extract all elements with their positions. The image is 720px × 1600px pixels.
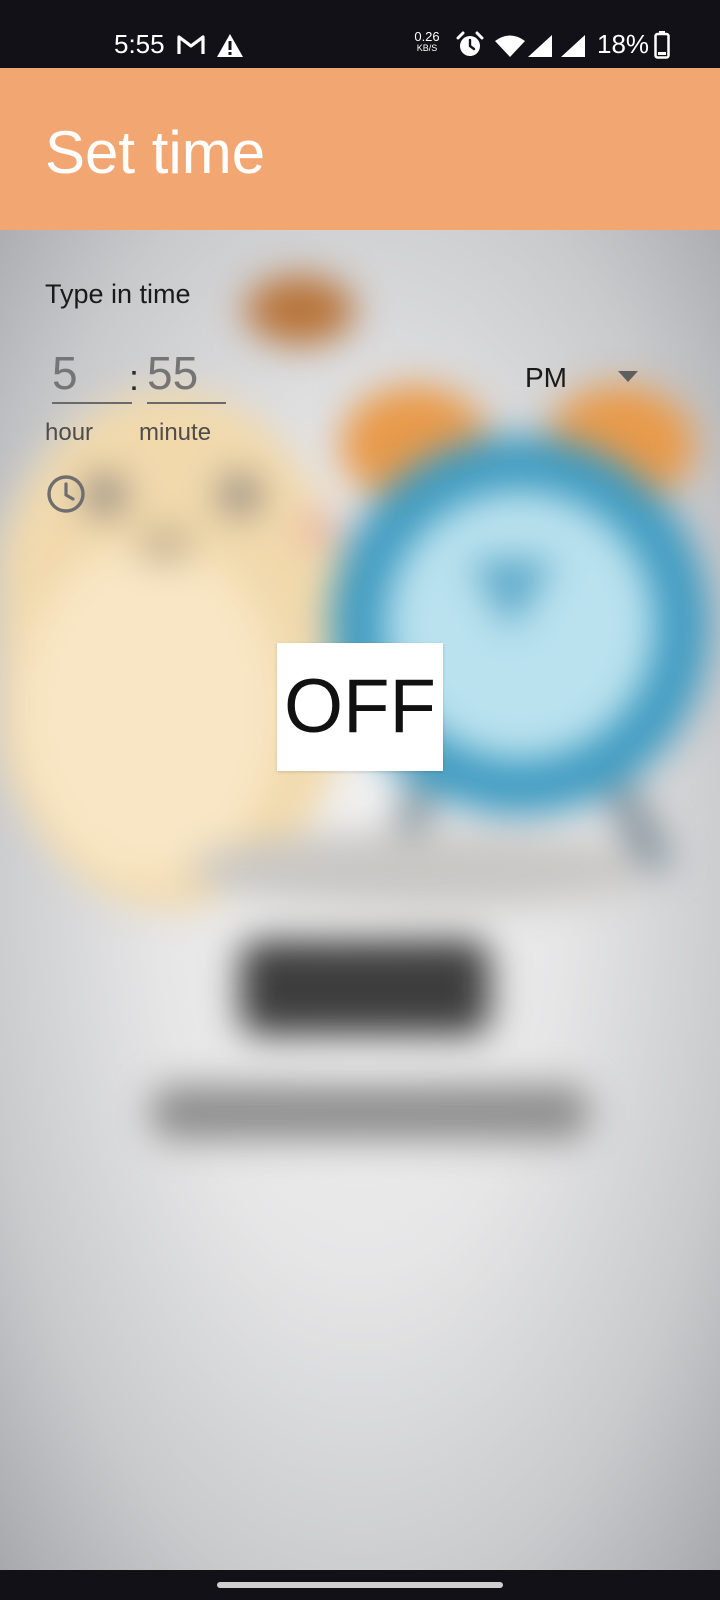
clock-mode-toggle-button[interactable]: [46, 474, 86, 514]
warning-icon: [217, 34, 243, 57]
hour-field[interactable]: [52, 346, 132, 404]
set-time-screen: 5:55 0.26 KB/S 18% Set time Type in time…: [0, 0, 720, 1600]
clock-icon: [47, 475, 85, 513]
am-pm-dropdown[interactable]: PM: [512, 358, 646, 398]
page-title: Set time: [45, 119, 266, 186]
signal-icon: [528, 35, 552, 57]
dropdown-arrow-icon: [618, 371, 638, 382]
am-pm-selected-value: PM: [525, 362, 567, 393]
app-bar: Set time: [0, 68, 720, 230]
alarm-icon: [456, 31, 484, 56]
signal-icon: [561, 35, 585, 57]
minute-input[interactable]: [147, 346, 226, 400]
hour-input[interactable]: [52, 346, 132, 400]
minute-label: minute: [139, 419, 212, 446]
type-in-time-label: Type in time: [45, 279, 191, 309]
network-speed-value: 0.26: [414, 29, 440, 44]
time-picker-content: Type in time : hour minute PM OFF: [0, 230, 720, 1570]
gmail-icon: [177, 35, 205, 54]
battery-percent: 18%: [597, 29, 650, 59]
network-speed: 0.26 KB/S: [408, 29, 446, 53]
status-time: 5:55: [114, 29, 165, 59]
off-toggle-button[interactable]: OFF: [277, 643, 443, 771]
network-speed-unit: KB/S: [416, 43, 438, 53]
status-bar: 5:55 0.26 KB/S 18%: [0, 0, 720, 68]
battery-icon: [654, 31, 670, 59]
gesture-handle[interactable]: [217, 1582, 503, 1588]
hour-label: hour: [45, 419, 94, 446]
time-separator: :: [129, 357, 140, 398]
blurred-background-illustration: [0, 275, 710, 1140]
minute-field[interactable]: [147, 346, 226, 404]
wifi-icon: [495, 35, 525, 57]
navigation-bar: [0, 1570, 720, 1600]
